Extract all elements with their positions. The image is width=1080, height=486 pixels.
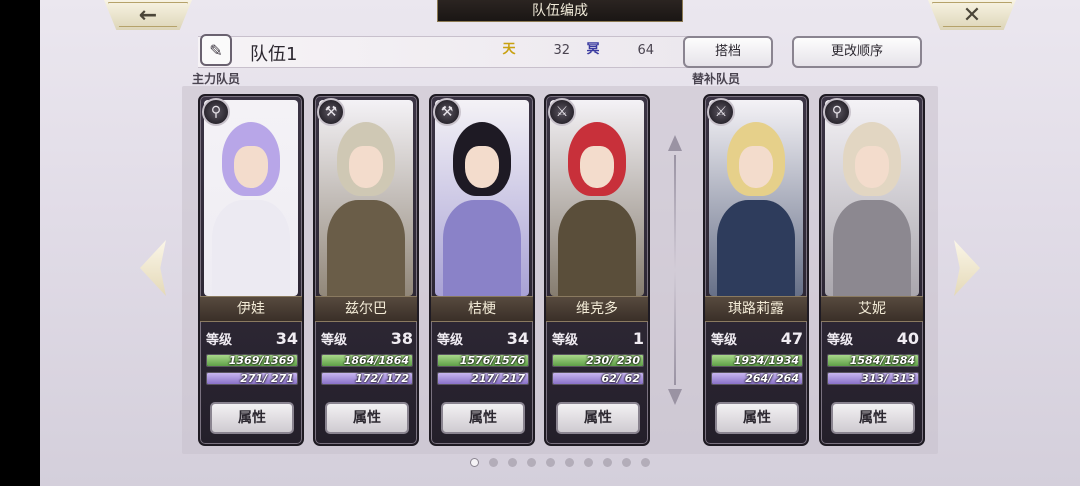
dark-element-icon: 冥 [586, 42, 600, 57]
member-name: 兹尔巴 [315, 296, 417, 322]
axe-icon: ⚒ [317, 98, 345, 126]
next-page-arrow-icon[interactable] [954, 240, 980, 296]
level-value: 34 [275, 328, 298, 348]
attributes-button[interactable]: 属性 [715, 402, 799, 434]
partner-button[interactable]: 搭档 [683, 36, 773, 68]
member-card[interactable]: ⚒ 桔梗 等级 34 1576/1576 217/ 217 属性 [429, 94, 535, 446]
page-dot[interactable] [565, 458, 574, 467]
main-members-label: 主力队员 [192, 72, 241, 86]
mp-bar: 313/ 313 [827, 372, 919, 385]
mp-bar: 217/ 217 [437, 372, 529, 385]
member-name: 桔梗 [431, 296, 533, 322]
down-arrow-icon [668, 389, 682, 405]
level-value: 47 [780, 328, 803, 348]
member-name: 伊娃 [200, 296, 302, 322]
page-dot[interactable] [489, 458, 498, 467]
page-title: 队伍编成 [437, 0, 683, 22]
page-dot[interactable] [527, 458, 536, 467]
level-label: 等级 [206, 332, 233, 348]
sky-value: 32 [553, 43, 570, 58]
attributes-button[interactable]: 属性 [325, 402, 409, 434]
mp-text: 172/ 172 [355, 372, 409, 385]
mp-bar: 62/ 62 [552, 372, 644, 385]
hp-bar: 1576/1576 [437, 354, 529, 367]
attributes-button[interactable]: 属性 [210, 402, 294, 434]
mp-text: 271/ 271 [240, 372, 294, 385]
attributes-button[interactable]: 属性 [441, 402, 525, 434]
staff-icon: ⚲ [202, 98, 230, 126]
sword-icon: ⚔ [707, 98, 735, 126]
character-portrait [550, 100, 644, 296]
back-arrow-icon: ← [138, 2, 158, 28]
page-dot[interactable] [508, 458, 517, 467]
character-portrait [204, 100, 298, 296]
hp-text: 1584/1584 [849, 354, 915, 367]
page-dot[interactable] [641, 458, 650, 467]
close-button[interactable]: ✕ [928, 0, 1016, 30]
level-value: 40 [896, 328, 919, 348]
hp-text: 1864/1864 [343, 354, 409, 367]
mp-bar: 271/ 271 [206, 372, 298, 385]
page-dot[interactable] [622, 458, 631, 467]
hp-text: 1934/1934 [733, 354, 799, 367]
page-dot[interactable] [470, 458, 479, 467]
hp-bar: 1864/1864 [321, 354, 413, 367]
hp-bar: 1584/1584 [827, 354, 919, 367]
mp-bar: 264/ 264 [711, 372, 803, 385]
hp-text: 1576/1576 [459, 354, 525, 367]
mp-bar: 172/ 172 [321, 372, 413, 385]
member-name: 维克多 [546, 296, 648, 322]
attributes-button[interactable]: 属性 [831, 402, 915, 434]
up-arrow-icon [668, 135, 682, 151]
change-order-button[interactable]: 更改顺序 [792, 36, 922, 68]
hp-bar: 230/ 230 [552, 354, 644, 367]
character-portrait [709, 100, 803, 296]
member-card[interactable]: ⚒ 兹尔巴 等级 38 1864/1864 172/ 172 属性 [313, 94, 419, 446]
mp-text: 264/ 264 [745, 372, 799, 385]
character-portrait [319, 100, 413, 296]
team-name: 队伍1 [250, 44, 298, 65]
member-card[interactable]: ⚔ 琪路莉露 等级 47 1934/1934 264/ 264 属性 [703, 94, 809, 446]
sky-element-icon: 天 [502, 42, 516, 57]
level-label: 等级 [827, 332, 854, 348]
hp-bar: 1934/1934 [711, 354, 803, 367]
mp-text: 217/ 217 [471, 372, 525, 385]
staff-icon: ⚲ [823, 98, 851, 126]
team-formation-screen: ← 队伍编成 ✕ ✎ 队伍1 天 32 冥 64 搭档 更改顺序 主力队员 替补… [40, 0, 1080, 486]
edit-team-name-button[interactable]: ✎ [200, 34, 232, 66]
prev-page-arrow-icon[interactable] [140, 240, 166, 296]
hp-text: 230/ 230 [586, 354, 640, 367]
page-dot[interactable] [546, 458, 555, 467]
page-dot[interactable] [603, 458, 612, 467]
page-indicator [470, 458, 650, 468]
level-label: 等级 [321, 332, 348, 348]
hp-bar: 1369/1369 [206, 354, 298, 367]
member-card[interactable]: ⚲ 伊娃 等级 34 1369/1369 271/ 271 属性 [198, 94, 304, 446]
level-value: 34 [506, 328, 529, 348]
member-card[interactable]: ⚲ 艾妮 等级 40 1584/1584 313/ 313 属性 [819, 94, 925, 446]
axe-icon: ⚒ [433, 98, 461, 126]
member-name: 琪路莉露 [705, 296, 807, 322]
mp-text: 313/ 313 [861, 372, 915, 385]
level-label: 等级 [437, 332, 464, 348]
attributes-button[interactable]: 属性 [556, 402, 640, 434]
sub-members-label: 替补队员 [692, 72, 741, 86]
member-name: 艾妮 [821, 296, 923, 322]
level-value: 1 [632, 328, 644, 348]
mp-text: 62/ 62 [601, 372, 640, 385]
swap-divider [666, 135, 684, 405]
page-dot[interactable] [584, 458, 593, 467]
quill-icon: ✎ [209, 40, 223, 60]
member-card[interactable]: ⚔ 维克多 等级 1 230/ 230 62/ 62 属性 [544, 94, 650, 446]
character-portrait [435, 100, 529, 296]
close-icon: ✕ [962, 2, 982, 28]
hp-text: 1369/1369 [228, 354, 294, 367]
sword-icon: ⚔ [548, 98, 576, 126]
character-portrait [825, 100, 919, 296]
back-button[interactable]: ← [104, 0, 192, 30]
level-label: 等级 [552, 332, 579, 348]
level-label: 等级 [711, 332, 738, 348]
level-value: 38 [390, 328, 413, 348]
dark-value: 64 [637, 43, 654, 58]
